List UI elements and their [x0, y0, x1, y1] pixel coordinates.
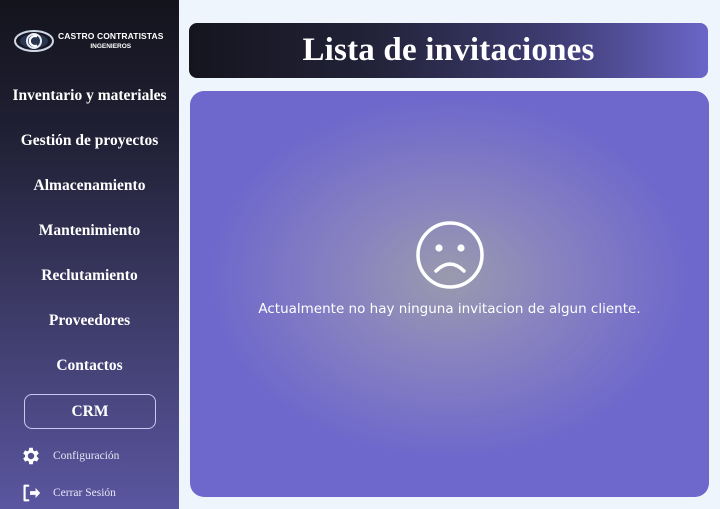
sidebar-item-crm[interactable]: CRM — [24, 394, 156, 429]
sidebar-item-contactos[interactable]: Contactos — [0, 357, 179, 375]
logout-icon — [23, 484, 41, 502]
sidebar-item-almacenamiento[interactable]: Almacenamiento — [0, 177, 179, 195]
sidebar-item-reclutamiento[interactable]: Reclutamiento — [0, 267, 179, 285]
sidebar-item-inventario[interactable]: Inventario y materiales — [0, 87, 179, 105]
gear-icon — [23, 447, 39, 465]
invitations-panel: Actualmente no hay ninguna invitacion de… — [190, 91, 709, 497]
sidebar-item-mantenimiento[interactable]: Mantenimiento — [0, 222, 179, 240]
settings-link[interactable]: Configuración — [18, 445, 119, 467]
logout-label: Cerrar Sesión — [53, 487, 116, 499]
sidebar-item-label: CRM — [71, 402, 109, 420]
sidebar: CASTRO CONTRATISTAS INGENIEROS Inventari… — [0, 0, 179, 509]
logout-link[interactable]: Cerrar Sesión — [18, 482, 116, 504]
sidebar-item-proyectos[interactable]: Gestión de proyectos — [0, 132, 179, 150]
eye-logo-icon — [14, 30, 54, 52]
settings-label: Configuración — [53, 450, 120, 462]
page-title: Lista de invitaciones — [302, 32, 595, 68]
sad-face-icon — [416, 221, 484, 289]
brand-logo-block[interactable]: CASTRO CONTRATISTAS INGENIEROS — [14, 25, 174, 57]
empty-state-message: Actualmente no hay ninguna invitacion de… — [258, 301, 641, 317]
brand-name: CASTRO CONTRATISTAS — [58, 31, 164, 41]
brand-subtitle: INGENIEROS — [90, 42, 132, 50]
page-header: Lista de invitaciones — [189, 23, 708, 78]
sidebar-item-proveedores[interactable]: Proveedores — [0, 312, 179, 330]
